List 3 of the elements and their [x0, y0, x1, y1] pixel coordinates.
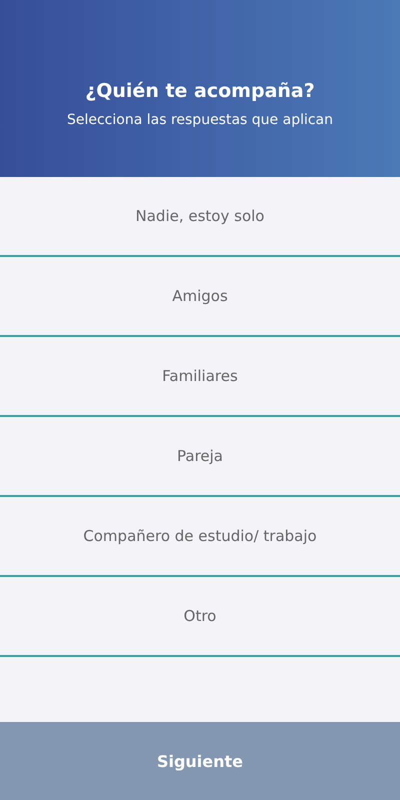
next-button[interactable]: Siguiente [0, 722, 400, 800]
screen-subtitle: Selecciona las respuestas que aplican [66, 112, 334, 128]
screen-title: ¿Quién te acompaña? [85, 80, 315, 102]
